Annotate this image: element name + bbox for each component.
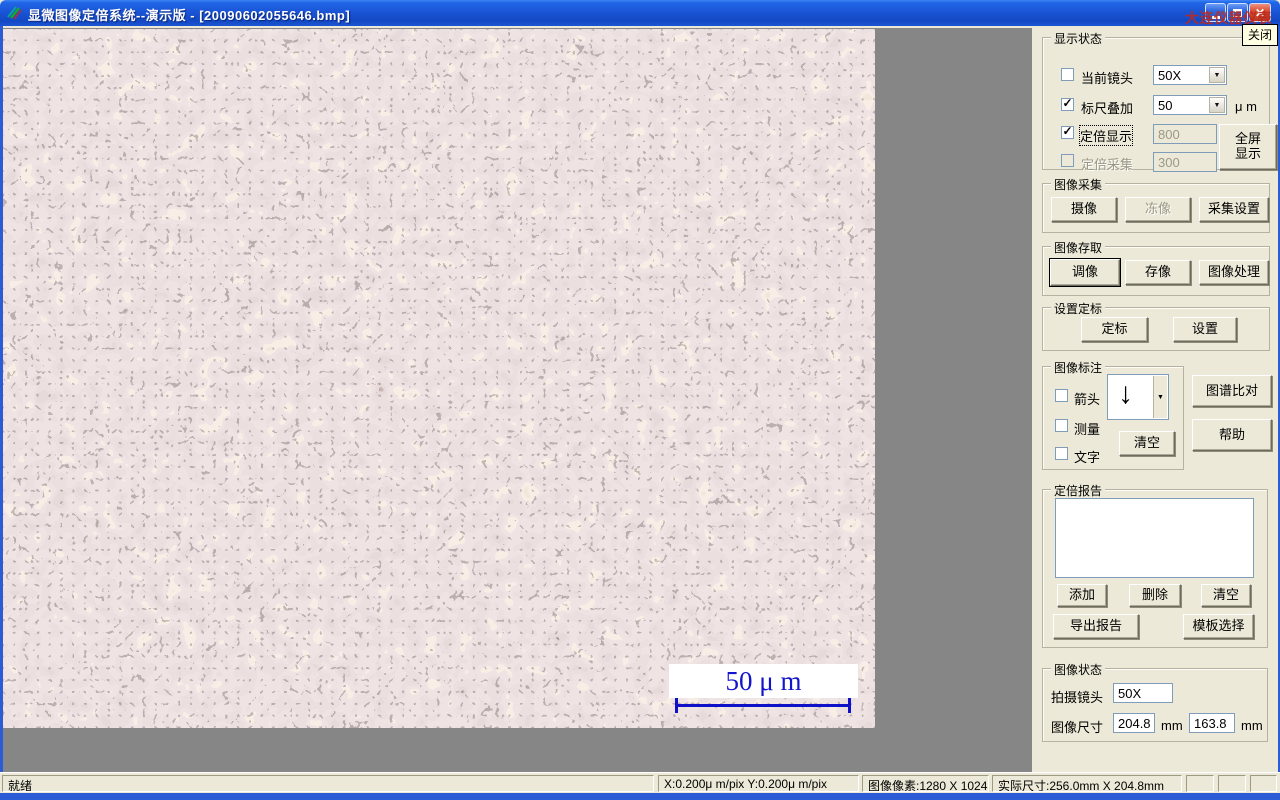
scale-bar-tick-left	[675, 698, 678, 713]
current-lens-checkbox[interactable]: ✓	[1061, 68, 1074, 81]
calibration-settings-button[interactable]: 设置	[1173, 317, 1237, 342]
fixed-display-label: 定倍显示	[1078, 125, 1134, 146]
close-icon: ✕	[1254, 5, 1266, 20]
ruler-value-combobox[interactable]: 50 ▼	[1153, 95, 1227, 115]
fixed-capture-label: 定倍采集	[1081, 157, 1134, 172]
image-height-input[interactable]	[1189, 713, 1235, 733]
title-bar[interactable]: 显微图像定倍系统--演示版 - [20090602055646.bmp] ✕ 大…	[0, 0, 1280, 26]
measure-checkbox[interactable]: ✓	[1055, 419, 1068, 432]
text-label: 文字	[1074, 450, 1101, 465]
group-report: 定倍报告 添加 删除 清空 导出报告 模板选择	[1042, 482, 1268, 648]
minimize-icon	[1211, 15, 1220, 19]
status-pixels: 图像像素:1280 X 1024	[862, 775, 989, 792]
group-storage-title: 图像存取	[1051, 239, 1106, 256]
ruler-value: 50	[1158, 98, 1173, 113]
group-report-title: 定倍报告	[1051, 482, 1106, 499]
window-title: 显微图像定倍系统--演示版 - [20090602055646.bmp]	[28, 8, 351, 23]
fullscreen-button[interactable]: 全屏显示	[1219, 124, 1277, 170]
ruler-overlay-checkbox[interactable]: ✓	[1061, 97, 1074, 111]
group-display-status: 显示状态 ✓ 当前镜头 50X ▼ ✓ 标尺叠加 50 ▼ μ m ✓ 定倍显示…	[1042, 30, 1277, 172]
close-button[interactable]: ✕	[1249, 3, 1271, 22]
fixed-display-checkbox[interactable]: ✓	[1061, 125, 1074, 139]
restore-icon	[1233, 9, 1242, 17]
micrograph	[3, 29, 875, 728]
freeze-button: 冻像	[1125, 197, 1191, 222]
control-panel: 显示状态 ✓ 当前镜头 50X ▼ ✓ 标尺叠加 50 ▼ μ m ✓ 定倍显示…	[1032, 28, 1278, 772]
minimize-button[interactable]	[1205, 3, 1226, 22]
status-empty-2	[1218, 775, 1246, 792]
client-area: 50 μ m	[3, 28, 1032, 772]
report-listbox[interactable]	[1055, 498, 1254, 578]
report-add-button[interactable]: 添加	[1057, 584, 1107, 607]
group-storage: 图像存取 调像 存像 图像处理	[1042, 239, 1270, 296]
image-size-label: 图像尺寸	[1051, 720, 1104, 735]
load-image-button[interactable]: 调像	[1049, 258, 1121, 287]
atlas-compare-button[interactable]: 图谱比对	[1192, 375, 1272, 407]
status-resolution: X:0.200μ m/pix Y:0.200μ m/pix	[658, 775, 859, 792]
current-lens-value: 50X	[1158, 68, 1182, 83]
shoot-lens-input[interactable]	[1113, 683, 1173, 703]
template-select-button[interactable]: 模板选择	[1183, 614, 1254, 639]
scale-bar-label: 50 μ m	[669, 664, 858, 698]
image-canvas[interactable]: 50 μ m	[3, 29, 875, 728]
image-width-input[interactable]	[1113, 713, 1155, 733]
group-image-status: 图像状态 拍摄镜头 图像尺寸 mm mm	[1042, 661, 1268, 742]
status-empty-1	[1186, 775, 1214, 792]
calibrate-button[interactable]: 定标	[1081, 317, 1148, 342]
scale-bar-tick-right	[848, 698, 851, 713]
window-border-bottom	[0, 793, 1280, 800]
status-ready: 就绪	[2, 775, 654, 792]
group-display-status-title: 显示状态	[1051, 30, 1106, 47]
report-delete-button[interactable]: 删除	[1129, 584, 1181, 607]
image-process-button[interactable]: 图像处理	[1199, 260, 1269, 285]
shoot-lens-label: 拍摄镜头	[1051, 690, 1104, 705]
group-capture: 图像采集 摄像 冻像 采集设置	[1042, 176, 1270, 233]
fixed-capture-checkbox: ✓	[1061, 154, 1074, 167]
arrow-checkbox[interactable]: ✓	[1055, 389, 1068, 402]
save-image-button[interactable]: 存像	[1125, 260, 1191, 285]
chevron-down-icon[interactable]: ▼	[1153, 376, 1167, 418]
status-bar: 就绪 X:0.200μ m/pix Y:0.200μ m/pix 图像像素:12…	[0, 772, 1280, 793]
current-lens-label: 当前镜头	[1081, 71, 1134, 86]
group-capture-title: 图像采集	[1051, 176, 1106, 193]
export-report-button[interactable]: 导出报告	[1053, 614, 1139, 639]
height-unit-label: mm	[1241, 718, 1263, 733]
group-annotation: 图像标注 ✓ 箭头 ✓ 测量 ✓ 文字 ↓ ▼ 清空	[1042, 359, 1184, 470]
arrow-marker-icon: ↓	[1118, 377, 1133, 410]
arrow-style-combobox[interactable]: ↓ ▼	[1107, 374, 1169, 420]
current-lens-combobox[interactable]: 50X ▼	[1153, 65, 1227, 85]
measure-label: 测量	[1074, 422, 1101, 437]
app-window: 显微图像定倍系统--演示版 - [20090602055646.bmp] ✕ 大…	[0, 0, 1280, 800]
restore-button[interactable]	[1227, 3, 1248, 22]
ruler-unit-label: μ m	[1235, 99, 1257, 114]
close-tooltip: 关闭	[1242, 24, 1279, 46]
fixed-display-input	[1153, 124, 1217, 144]
app-icon	[7, 6, 22, 20]
chevron-down-icon[interactable]: ▼	[1209, 97, 1225, 113]
chevron-down-icon[interactable]: ▼	[1209, 67, 1225, 83]
group-calibration-title: 设置定标	[1051, 300, 1106, 317]
text-checkbox[interactable]: ✓	[1055, 447, 1068, 460]
fixed-capture-input	[1153, 152, 1217, 172]
group-annotation-title: 图像标注	[1051, 359, 1106, 376]
status-empty-3	[1250, 775, 1277, 792]
width-unit-label: mm	[1161, 718, 1183, 733]
status-actual-size: 实际尺寸:256.0mm X 204.8mm	[992, 775, 1182, 792]
clear-annotation-button[interactable]: 清空	[1119, 431, 1175, 456]
capture-settings-button[interactable]: 采集设置	[1199, 197, 1269, 222]
ruler-overlay-label: 标尺叠加	[1081, 101, 1134, 116]
group-calibration: 设置定标 定标 设置	[1042, 300, 1270, 351]
shoot-button[interactable]: 摄像	[1051, 197, 1117, 222]
scale-bar-line	[675, 704, 851, 707]
report-clear-button[interactable]: 清空	[1201, 584, 1251, 607]
help-button[interactable]: 帮助	[1192, 419, 1272, 451]
group-image-status-title: 图像状态	[1051, 661, 1106, 678]
arrow-label: 箭头	[1074, 392, 1101, 407]
